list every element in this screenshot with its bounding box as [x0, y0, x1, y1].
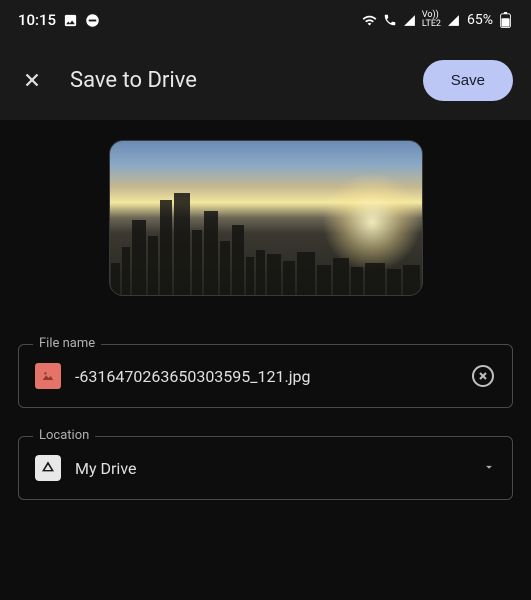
signal-1-icon: [402, 12, 418, 28]
call-wifi-icon: [382, 12, 398, 28]
location-label: Location: [33, 428, 95, 443]
close-button[interactable]: [18, 66, 46, 94]
save-button[interactable]: Save: [423, 60, 513, 101]
status-left: 10:15: [18, 11, 100, 29]
page-title: Save to Drive: [70, 68, 399, 93]
header: Save to Drive Save: [0, 40, 531, 120]
filename-input[interactable]: -6316470263650303595_121.jpg: [75, 367, 456, 386]
location-value: My Drive: [75, 459, 468, 478]
battery-text: 65%: [467, 12, 493, 28]
filename-field-group: File name -6316470263650303595_121.jpg: [18, 344, 513, 408]
preview-container: [18, 140, 513, 296]
location-field-group[interactable]: Location My Drive: [18, 436, 513, 500]
dnd-icon: [84, 12, 100, 28]
image-icon: [62, 12, 78, 28]
status-right: Vo))LTE2 65%: [362, 11, 513, 29]
signal-2-icon: [445, 12, 461, 28]
lte-icon: Vo))LTE2: [422, 11, 441, 29]
drive-icon: [35, 455, 61, 481]
wifi-icon: [362, 12, 378, 28]
clear-filename-button[interactable]: [470, 363, 496, 389]
image-preview[interactable]: [109, 140, 423, 296]
battery-icon: [497, 12, 513, 28]
filename-label: File name: [33, 336, 101, 351]
status-bar: 10:15 Vo))LTE2 65%: [0, 0, 531, 40]
image-file-icon: [35, 363, 61, 389]
content: File name -6316470263650303595_121.jpg L…: [0, 120, 531, 548]
status-time: 10:15: [18, 11, 56, 29]
chevron-down-icon: [482, 459, 496, 478]
